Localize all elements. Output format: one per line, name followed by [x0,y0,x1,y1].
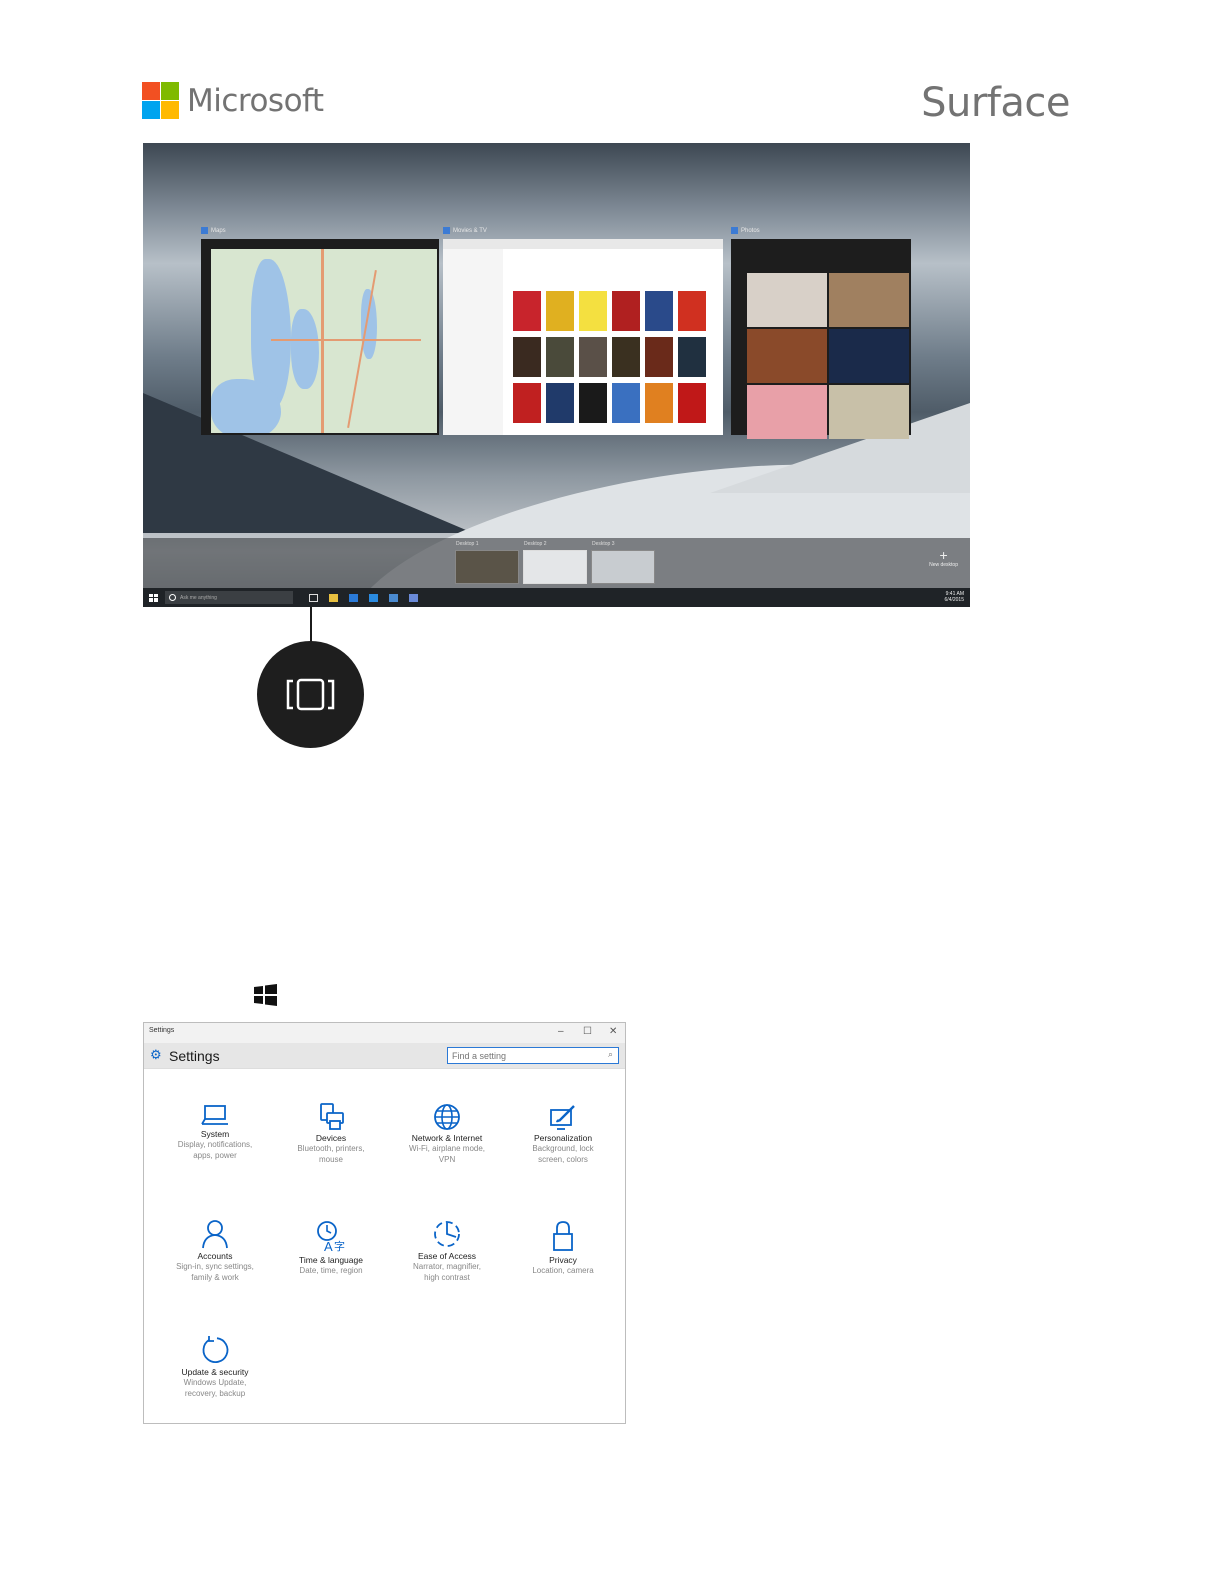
desktop-thumbnail[interactable]: Desktop 1 [455,541,519,584]
movie-posters [513,291,706,423]
refresh-icon [202,1336,229,1363]
svg-text:A: A [324,1239,333,1253]
globe-icon [434,1104,460,1130]
settings-tile-time-language[interactable]: A 字 Time & language Date, time, region [275,1219,387,1276]
minimize-button[interactable]: – [558,1026,564,1038]
window-title: Movies & TV [453,227,487,234]
new-desktop-button[interactable]: + New desktop [929,548,958,568]
settings-tile-devices[interactable]: Devices Bluetooth, printers, mouse [275,1103,387,1165]
close-button[interactable]: ✕ [609,1026,617,1038]
movies-app-icon [443,227,450,234]
photos-app-icon [731,227,738,234]
windows-logo-icon [254,984,277,1006]
plus-icon: + [939,547,948,563]
taskbar-pinned-apps [309,593,418,602]
window-title: Maps [211,227,226,234]
gear-icon: ⚙ [150,1047,162,1062]
settings-tile-update-security[interactable]: Update & security Windows Update, recove… [159,1335,271,1399]
search-icon: ⌕ [607,1049,613,1059]
page-title: Settings [169,1048,220,1064]
window-title: Settings [149,1027,175,1034]
ease-of-access-icon [434,1221,460,1247]
maps-window-thumbnail[interactable]: Maps [201,227,439,435]
settings-header: ⚙ Settings ⌕ [144,1043,625,1069]
movies-window-thumbnail[interactable]: Movies & TV [443,227,723,435]
settings-tile-accounts[interactable]: Accounts Sign-in, sync settings, family … [159,1219,271,1283]
photo-grid [747,273,909,439]
callout-line [310,607,312,642]
person-icon [202,1220,228,1249]
system-tray-clock[interactable]: 9:41 AM 6/4/2015 [945,591,964,603]
time-language-icon: A 字 [317,1221,345,1253]
desktop-thumbnail[interactable]: Desktop 2 [523,541,587,584]
start-button[interactable] [149,593,158,602]
task-view-callout [257,641,364,748]
svg-text:字: 字 [334,1239,345,1253]
map-image [211,249,437,433]
devices-icon [320,1103,344,1130]
task-view-icon[interactable] [309,593,318,602]
settings-tile-ease-of-access[interactable]: Ease of Access Narrator, magnifier, high… [391,1219,503,1283]
cortana-icon [169,594,176,601]
task-view-screenshot: Maps Movies & TV Photos Desktop 1 Deskto… [143,143,970,607]
cortana-search-box[interactable]: Ask me anything [165,591,293,604]
mail-icon[interactable] [389,593,398,602]
movies-sidebar [443,249,503,435]
maximize-button[interactable]: ☐ [583,1026,592,1038]
microsoft-wordmark: Microsoft [187,82,324,119]
task-view-icon [286,678,335,711]
store-icon[interactable] [369,593,378,602]
surface-wordmark: Surface [921,80,1070,126]
paint-icon [550,1105,575,1130]
settings-tile-system[interactable]: System Display, notifications, apps, pow… [159,1103,271,1161]
settings-window: Settings – ☐ ✕ ⚙ Settings ⌕ System Displ… [143,1022,626,1424]
app-icon[interactable] [409,593,418,602]
laptop-icon [201,1105,228,1125]
maps-app-icon [201,227,208,234]
search-input[interactable] [447,1047,619,1064]
microsoft-logo-squares-icon [142,82,179,119]
desktop-thumbnail[interactable]: Desktop 3 [591,541,655,584]
settings-tile-privacy[interactable]: Privacy Location, camera [507,1219,619,1276]
taskbar: Ask me anything 9:41 AM 6/4/2015 [143,588,970,607]
title-bar: Settings – ☐ ✕ [144,1023,625,1043]
file-explorer-icon[interactable] [329,593,338,602]
window-title: Photos [741,227,760,234]
settings-tile-personalization[interactable]: Personalization Background, lock screen,… [507,1103,619,1165]
settings-tile-network[interactable]: Network & Internet Wi-Fi, airplane mode,… [391,1103,503,1165]
photos-window-thumbnail[interactable]: Photos [731,227,911,439]
microsoft-logo: Microsoft [142,82,324,119]
lock-icon [553,1221,573,1251]
edge-icon[interactable] [349,593,358,602]
virtual-desktops-strip: Desktop 1 Desktop 2 Desktop 3 + New desk… [143,538,970,588]
